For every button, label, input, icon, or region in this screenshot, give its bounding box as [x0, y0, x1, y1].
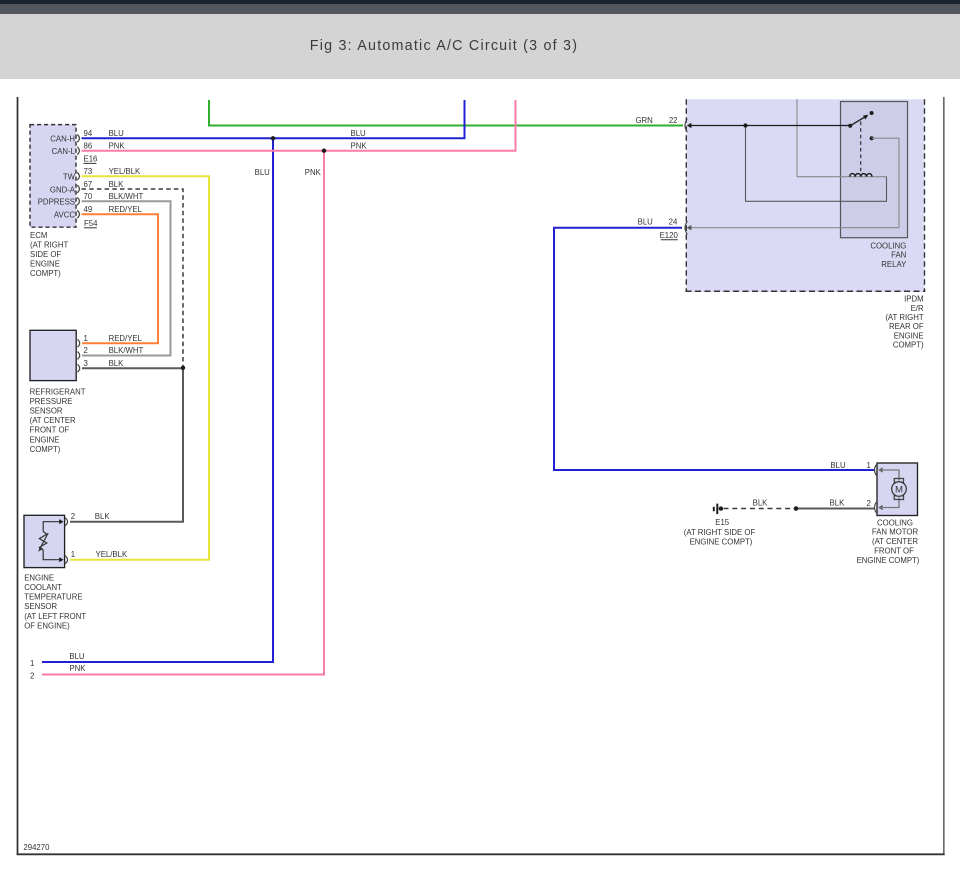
svg-text:2: 2 [30, 671, 34, 680]
svg-text:1: 1 [71, 550, 75, 559]
svg-text:2: 2 [71, 512, 75, 521]
svg-text:RELAY: RELAY [881, 260, 907, 269]
svg-text:BLK: BLK [753, 498, 769, 507]
svg-text:PNK: PNK [109, 142, 126, 151]
svg-text:FRONT OF: FRONT OF [30, 426, 70, 435]
svg-text:86: 86 [84, 142, 93, 151]
svg-text:COOLING: COOLING [877, 518, 913, 527]
svg-text:CAN-L: CAN-L [52, 147, 76, 156]
svg-text:1: 1 [30, 659, 34, 668]
svg-text:SENSOR: SENSOR [30, 407, 63, 416]
svg-text:BLU: BLU [830, 461, 846, 470]
svg-text:TW: TW [63, 173, 76, 182]
svg-text:24: 24 [669, 218, 678, 227]
svg-text:FAN MOTOR: FAN MOTOR [872, 528, 919, 537]
svg-text:PNK: PNK [305, 168, 322, 177]
svg-text:E16: E16 [84, 155, 98, 164]
svg-text:RED/YEL: RED/YEL [109, 205, 143, 214]
svg-text:BLK: BLK [109, 359, 125, 368]
svg-text:(AT CENTER: (AT CENTER [30, 416, 76, 425]
svg-text:M: M [895, 484, 903, 495]
svg-text:94: 94 [84, 129, 93, 138]
svg-text:BLU: BLU [69, 652, 85, 661]
svg-text:COOLING: COOLING [870, 241, 906, 250]
svg-text:(AT RIGHT: (AT RIGHT [885, 313, 923, 322]
svg-text:PNK: PNK [69, 664, 86, 673]
svg-text:SENSOR: SENSOR [24, 602, 57, 611]
svg-text:AVCC: AVCC [54, 211, 75, 220]
svg-text:(AT RIGHT: (AT RIGHT [30, 241, 68, 250]
svg-text:ENGINE: ENGINE [894, 331, 924, 340]
svg-text:TEMPERATURE: TEMPERATURE [24, 593, 82, 602]
svg-text:GND-A: GND-A [50, 185, 76, 194]
svg-text:FAN: FAN [891, 251, 906, 260]
svg-text:1: 1 [867, 461, 871, 470]
svg-text:ENGINE COMPT): ENGINE COMPT) [690, 538, 753, 547]
svg-text:REAR OF: REAR OF [889, 322, 924, 331]
svg-text:BLU: BLU [638, 218, 654, 227]
svg-text:ENGINE: ENGINE [24, 573, 54, 582]
svg-text:BLK: BLK [109, 180, 125, 189]
svg-text:YEL/BLK: YEL/BLK [109, 167, 141, 176]
svg-text:PDPRESS: PDPRESS [38, 198, 75, 207]
svg-text:COOLANT: COOLANT [24, 583, 62, 592]
svg-text:F54: F54 [84, 219, 98, 228]
svg-text:ENGINE COMPT): ENGINE COMPT) [857, 556, 920, 565]
svg-text:PNK: PNK [351, 141, 368, 150]
svg-text:(AT LEFT FRONT: (AT LEFT FRONT [24, 612, 86, 621]
svg-text:SIDE OF: SIDE OF [30, 250, 61, 259]
svg-text:ENGINE: ENGINE [30, 435, 60, 444]
svg-text:BLK/WHT: BLK/WHT [109, 346, 144, 355]
svg-text:70: 70 [84, 192, 93, 201]
svg-text:COMPT): COMPT) [30, 269, 61, 278]
svg-text:PRESSURE: PRESSURE [30, 397, 73, 406]
svg-text:67: 67 [84, 180, 93, 189]
svg-text:OF ENGINE): OF ENGINE) [24, 621, 70, 630]
svg-text:2: 2 [867, 499, 871, 508]
svg-text:E/R: E/R [911, 304, 924, 313]
svg-text:REFRIGERANT: REFRIGERANT [30, 387, 86, 396]
svg-text:1: 1 [84, 334, 88, 343]
svg-text:COMPT): COMPT) [30, 445, 61, 454]
svg-text:ECM: ECM [30, 231, 47, 240]
svg-text:3: 3 [84, 359, 88, 368]
svg-text:YEL/BLK: YEL/BLK [96, 550, 128, 559]
svg-text:(AT RIGHT SIDE OF: (AT RIGHT SIDE OF [684, 528, 756, 537]
svg-text:BLU: BLU [255, 168, 271, 177]
svg-text:E15: E15 [715, 518, 730, 527]
svg-text:(AT CENTER: (AT CENTER [872, 537, 918, 546]
svg-text:22: 22 [669, 116, 678, 125]
svg-text:49: 49 [84, 205, 93, 214]
svg-text:2: 2 [84, 346, 88, 355]
svg-text:BLU: BLU [109, 129, 125, 138]
svg-text:BLK/WHT: BLK/WHT [109, 192, 144, 201]
svg-text:FRONT OF: FRONT OF [874, 546, 914, 555]
svg-text:BLK: BLK [830, 498, 846, 507]
svg-text:IPDM: IPDM [904, 295, 924, 304]
svg-text:294270: 294270 [23, 843, 50, 852]
svg-text:GRN: GRN [635, 116, 652, 125]
svg-text:RED/YEL: RED/YEL [109, 334, 143, 343]
svg-text:BLK: BLK [95, 512, 111, 521]
svg-text:ENGINE: ENGINE [30, 260, 60, 269]
svg-text:BLU: BLU [351, 129, 367, 138]
svg-text:CAN-H: CAN-H [50, 135, 75, 144]
svg-text:73: 73 [84, 167, 93, 176]
svg-text:COMPT): COMPT) [893, 341, 924, 350]
svg-text:E120: E120 [660, 231, 679, 240]
